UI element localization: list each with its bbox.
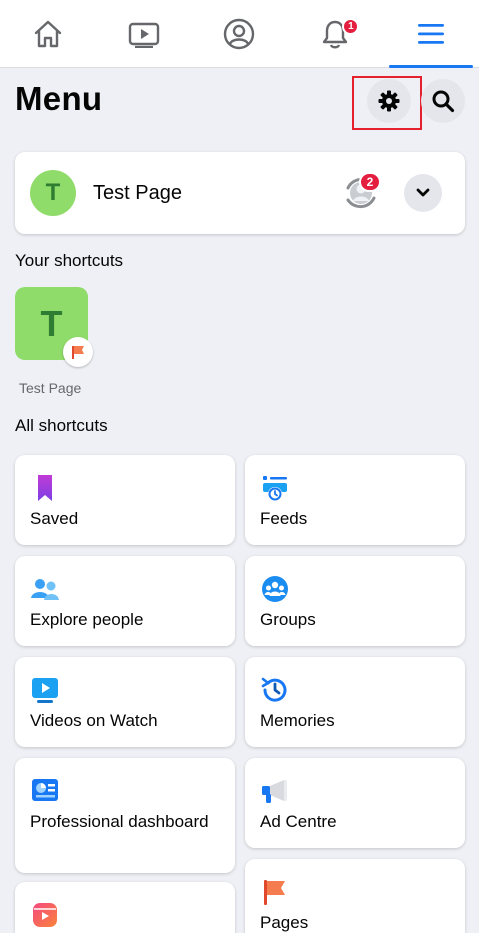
watch-icon	[32, 678, 58, 703]
video-icon	[128, 22, 159, 48]
reels-icon	[33, 903, 57, 927]
groups-icon	[262, 576, 288, 602]
shortcut-label-groups: Groups	[260, 610, 316, 629]
shortcut-card-groups[interactable]: Groups	[245, 556, 465, 646]
shortcut-card-reels[interactable]	[15, 882, 235, 933]
shortcut-card-saved[interactable]: Saved	[15, 455, 235, 545]
page-title: Menu	[15, 80, 103, 117]
search-icon	[432, 90, 455, 113]
shortcut-label-feeds: Feeds	[260, 509, 308, 528]
shortcut-label-saved: Saved	[30, 509, 79, 528]
shortcut-label-videos-on-watch: Videos on Watch	[30, 711, 158, 730]
page-flag-badge	[63, 337, 93, 367]
search-button[interactable]	[421, 79, 465, 123]
all-shortcuts-heading: All shortcuts	[15, 416, 108, 435]
hamburger-menu-icon	[418, 23, 445, 44]
nav-watch[interactable]	[96, 0, 192, 67]
nav-menu[interactable]	[383, 0, 479, 68]
shortcut-label-explore-people: Explore people	[30, 610, 144, 629]
shortcut-label-ad-centre: Ad Centre	[260, 812, 337, 831]
bookmark-icon	[38, 475, 52, 501]
megaphone-icon	[262, 780, 287, 803]
profile-name[interactable]: Test Page	[93, 182, 182, 205]
flag-icon	[72, 346, 84, 359]
memories-icon	[261, 677, 287, 702]
shortcut-card-professional-dashboard[interactable]: Professional dashboard	[15, 758, 235, 873]
shortcut-card-feeds[interactable]: Feeds	[245, 455, 465, 545]
people-icon	[31, 579, 59, 600]
settings-highlight-box	[352, 76, 422, 130]
shortcut-card-pages[interactable]: Pages	[245, 859, 465, 933]
chevron-down-icon	[416, 188, 430, 197]
shortcut-card-videos-on-watch[interactable]: Videos on Watch	[15, 657, 235, 747]
flag-icon	[264, 880, 285, 905]
expand-profiles-button[interactable]	[404, 174, 442, 212]
profile-icon	[224, 18, 255, 49]
profile-card[interactable]: T Test Page 2	[15, 152, 465, 234]
dashboard-icon	[32, 779, 58, 801]
home-icon	[34, 20, 62, 47]
shortcut-label-memories: Memories	[260, 711, 335, 730]
feeds-icon	[263, 476, 287, 501]
switch-profile-badge: 2	[359, 172, 381, 192]
top-navigation: 1	[0, 0, 479, 68]
your-shortcuts-heading: Your shortcuts	[15, 251, 124, 270]
shortcut-card-explore-people[interactable]: Explore people	[15, 556, 235, 646]
shortcut-card-memories[interactable]: Memories	[245, 657, 465, 747]
nav-profile[interactable]	[192, 0, 288, 67]
nav-home[interactable]	[0, 0, 96, 67]
shortcut-label: Test Page	[19, 380, 82, 396]
avatar: T	[30, 170, 76, 216]
shortcut-label-professional-dashboard: Professional dashboard	[30, 812, 209, 831]
nav-notifications[interactable]: 1	[287, 0, 383, 67]
shortcut-card-ad-centre[interactable]: Ad Centre	[245, 758, 465, 848]
shortcut-label-pages: Pages	[260, 913, 309, 932]
notifications-badge: 1	[342, 18, 360, 35]
